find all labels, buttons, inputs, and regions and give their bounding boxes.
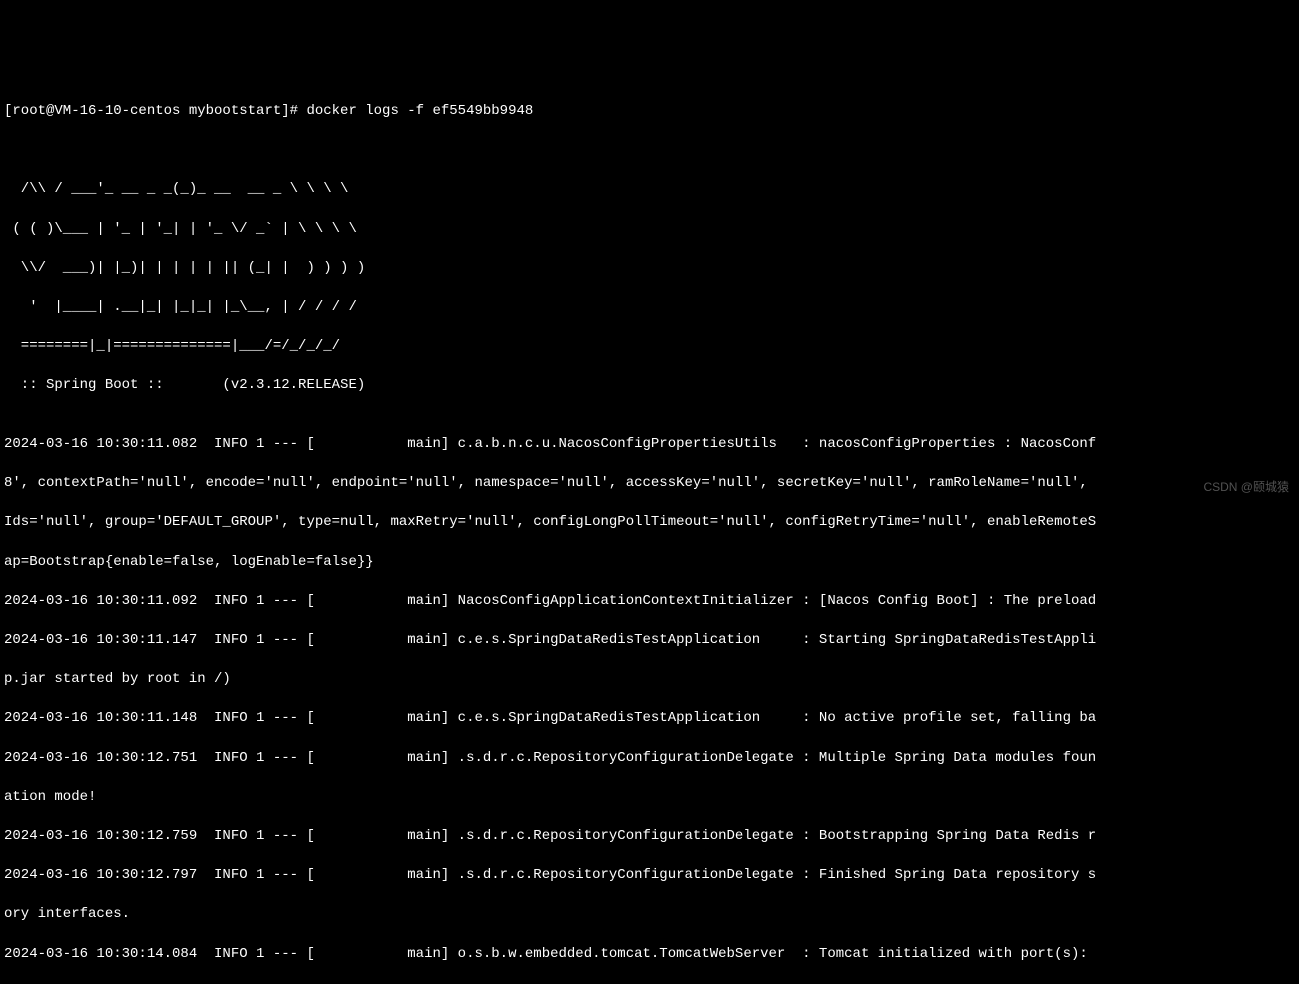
spring-boot-version: :: Spring Boot :: (v2.3.12.RELEASE) <box>4 376 1295 396</box>
log-line: 8', contextPath='null', encode='null', e… <box>4 474 1295 494</box>
spring-banner-line: ( ( )\___ | '_ | '_| | '_ \/ _` | \ \ \ … <box>4 220 1295 240</box>
log-line: 2024-03-16 10:30:14.084 INFO 1 --- [ mai… <box>4 945 1295 965</box>
log-line: 2024-03-16 10:30:11.147 INFO 1 --- [ mai… <box>4 631 1295 651</box>
spring-banner-line: ========|_|==============|___/=/_/_/_/ <box>4 337 1295 357</box>
log-line: ory interfaces. <box>4 905 1295 925</box>
log-line: Ids='null', group='DEFAULT_GROUP', type=… <box>4 513 1295 533</box>
watermark-text: CSDN @颐城猿 <box>1203 479 1289 496</box>
spring-banner-line: \\/ ___)| |_)| | | | | || (_| | ) ) ) ) <box>4 259 1295 279</box>
log-line: 2024-03-16 10:30:11.082 INFO 1 --- [ mai… <box>4 435 1295 455</box>
log-line: ap=Bootstrap{enable=false, logEnable=fal… <box>4 553 1295 573</box>
log-line: 2024-03-16 10:30:12.797 INFO 1 --- [ mai… <box>4 866 1295 886</box>
log-line: 2024-03-16 10:30:12.751 INFO 1 --- [ mai… <box>4 749 1295 769</box>
command-prompt: [root@VM-16-10-centos mybootstart]# dock… <box>4 102 1295 122</box>
spring-banner-line: ' |____| .__|_| |_|_| |_\__, | / / / / <box>4 298 1295 318</box>
log-line: p.jar started by root in /) <box>4 670 1295 690</box>
spring-banner-line: /\\ / ___'_ __ _ _(_)_ __ __ _ \ \ \ \ <box>4 180 1295 200</box>
log-line: ation mode! <box>4 788 1295 808</box>
log-line: 2024-03-16 10:30:12.759 INFO 1 --- [ mai… <box>4 827 1295 847</box>
log-line: 2024-03-16 10:30:11.148 INFO 1 --- [ mai… <box>4 709 1295 729</box>
log-line: 2024-03-16 10:30:11.092 INFO 1 --- [ mai… <box>4 592 1295 612</box>
terminal-output[interactable]: [root@VM-16-10-centos mybootstart]# dock… <box>4 82 1295 576</box>
